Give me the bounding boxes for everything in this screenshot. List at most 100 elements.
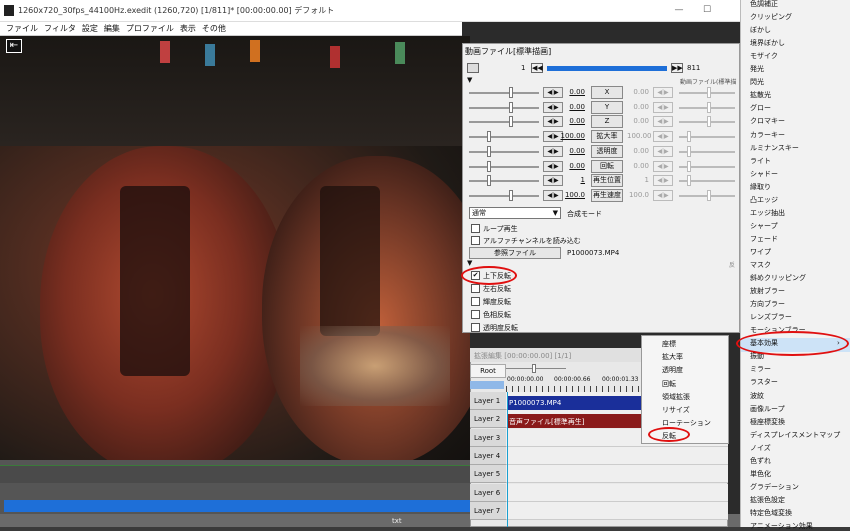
layer-header[interactable]: Layer 2 (470, 410, 506, 429)
filter-menu-item[interactable]: 境界ぼかし (750, 38, 785, 48)
filter-menu-item[interactable]: レンズブラー (750, 312, 792, 322)
filter-menu-item[interactable]: ノイズ (750, 443, 771, 453)
filter-menu-item[interactable]: 方向ブラー (750, 299, 785, 309)
param-slider[interactable] (469, 121, 539, 124)
menu-file[interactable]: ファイル (6, 22, 38, 36)
menu-settings[interactable]: 設定 (82, 22, 98, 36)
param-label-button[interactable]: 再生位置 (591, 174, 623, 188)
filter-menu-item[interactable]: グロー (750, 103, 771, 113)
root-button[interactable]: Root (470, 364, 506, 378)
filter-menu-item[interactable]: 色ずれ (750, 456, 771, 466)
collapse-icon[interactable]: ▼ (467, 76, 472, 84)
param-slider-knob[interactable] (487, 131, 491, 143)
context-item[interactable]: 回転 (662, 379, 676, 389)
param-slider[interactable] (469, 165, 539, 168)
filter-menu-item[interactable]: 拡散光 (750, 90, 771, 100)
filter-menu-item[interactable]: 色調補正 (750, 0, 778, 9)
filter-menu-item[interactable]: 拡張色設定 (750, 495, 785, 505)
back-to-start-icon[interactable]: ⇤ (6, 39, 22, 53)
param-value[interactable]: 0.00 (559, 117, 585, 125)
layer-track[interactable] (506, 465, 728, 484)
filter-menu-item[interactable]: エッジ抽出 (750, 208, 785, 218)
filter-menu-item[interactable]: ミラー (750, 364, 771, 374)
param-slider-knob[interactable] (509, 189, 513, 201)
filter-menu-item[interactable]: グラデーション (750, 482, 799, 492)
param-value[interactable]: 100.00 (559, 132, 586, 140)
filter-menu-item[interactable]: 波紋 (750, 391, 764, 401)
layer-header[interactable]: Layer 4 (470, 446, 506, 465)
menu-edit[interactable]: 編集 (104, 22, 120, 36)
filter-menu-item[interactable]: シャドー (750, 169, 778, 179)
filter-menu-item[interactable]: 閃光 (750, 77, 764, 87)
audio-clip[interactable]: 音声ファイル[標準再生] (507, 414, 641, 428)
layer-track[interactable] (506, 483, 728, 502)
param-label-button[interactable]: Z (591, 115, 623, 129)
param-slider-knob[interactable] (487, 175, 491, 187)
param-slider[interactable] (469, 106, 539, 109)
filter-menu-item[interactable]: 単色化 (750, 469, 771, 479)
menu-profile[interactable]: プロファイル (126, 22, 174, 36)
menu-filter[interactable]: フィルタ (44, 22, 76, 36)
filter-menu-item[interactable]: シャープ (750, 221, 778, 231)
filter-menu-item[interactable]: クロマキー (750, 116, 785, 126)
playhead[interactable] (507, 392, 508, 527)
filter-menu-item[interactable]: フェード (750, 234, 778, 244)
menu-view[interactable]: 表示 (180, 22, 196, 36)
filter-menu-item[interactable]: クリッピング (750, 12, 792, 22)
filter-menu-item[interactable]: ライト (750, 156, 771, 166)
flip-horizontal-checkbox[interactable] (471, 284, 480, 293)
param-slider[interactable] (469, 150, 539, 153)
context-item[interactable]: 座標 (662, 339, 676, 349)
frame-slider[interactable] (547, 66, 667, 71)
maximize-button[interactable]: ☐ (700, 4, 714, 16)
layer-header[interactable]: Layer 3 (470, 428, 506, 447)
invert-luma-checkbox[interactable] (471, 297, 480, 306)
video-clip[interactable]: P1000073.MP4 (507, 396, 641, 410)
param-label-button[interactable]: 透明度 (591, 144, 623, 158)
filter-menu-item[interactable]: モザイク (750, 51, 778, 61)
filter-menu-item[interactable]: ぼかし (750, 25, 771, 35)
context-item[interactable]: リサイズ (662, 405, 690, 415)
context-item[interactable]: 拡大率 (662, 352, 683, 362)
collapse-icon[interactable]: ▼ (467, 259, 472, 267)
param-value[interactable]: 100.0 (559, 191, 585, 199)
param-label-button[interactable]: 再生速度 (591, 188, 623, 202)
param-label-button[interactable]: 拡大率 (591, 130, 623, 144)
filter-menu-item[interactable]: 画像ループ (750, 404, 785, 414)
layer-header[interactable]: Layer 5 (470, 465, 506, 484)
filter-menu-item[interactable]: カラーキー (750, 130, 785, 140)
film-icon[interactable] (467, 63, 479, 73)
next-frame-button[interactable]: ▶▶ (671, 63, 683, 73)
filter-menu-item[interactable]: 特定色域変換 (750, 508, 792, 518)
layer-track[interactable] (506, 501, 728, 520)
param-slider-knob[interactable] (509, 101, 513, 113)
filter-menu-item[interactable]: 発光 (750, 64, 764, 74)
filter-menu-item[interactable]: ラスター (750, 377, 778, 387)
param-slider-knob[interactable] (509, 116, 513, 128)
alpha-checkbox[interactable] (471, 236, 480, 245)
filter-menu-item[interactable]: ディスプレイスメントマップ (750, 430, 840, 440)
filter-menu-item[interactable]: 凸エッジ (750, 195, 778, 205)
param-slider[interactable] (469, 136, 539, 139)
param-label-button[interactable]: 回転 (591, 159, 623, 173)
layer-header[interactable]: Layer 6 (470, 483, 506, 502)
param-value[interactable]: 0.00 (559, 147, 585, 155)
prev-frame-button[interactable]: ◀◀ (531, 63, 543, 73)
param-slider-knob[interactable] (509, 87, 513, 98)
context-item[interactable]: 領域拡張 (662, 392, 690, 402)
blend-mode-select[interactable]: 通常 ▼ (469, 207, 561, 219)
filter-menu-item[interactable]: 放射ブラー (750, 286, 785, 296)
filter-menu-item[interactable]: マスク (750, 260, 771, 270)
layer-header[interactable]: Layer 7 (470, 501, 506, 520)
filter-menu-item[interactable]: 斜めクリッピング (750, 273, 806, 283)
seek-bar[interactable] (4, 500, 470, 512)
filter-menu-item[interactable]: ワイプ (750, 247, 771, 257)
loop-checkbox[interactable] (471, 224, 480, 233)
layer-track[interactable] (506, 446, 728, 465)
param-slider-knob[interactable] (487, 145, 491, 157)
minimize-button[interactable]: — (672, 4, 686, 16)
filter-menu-item[interactable]: アニメーション効果 (750, 521, 813, 531)
param-value[interactable]: 1 (559, 176, 585, 184)
context-item[interactable]: 透明度 (662, 365, 683, 375)
param-slider[interactable] (469, 194, 539, 197)
